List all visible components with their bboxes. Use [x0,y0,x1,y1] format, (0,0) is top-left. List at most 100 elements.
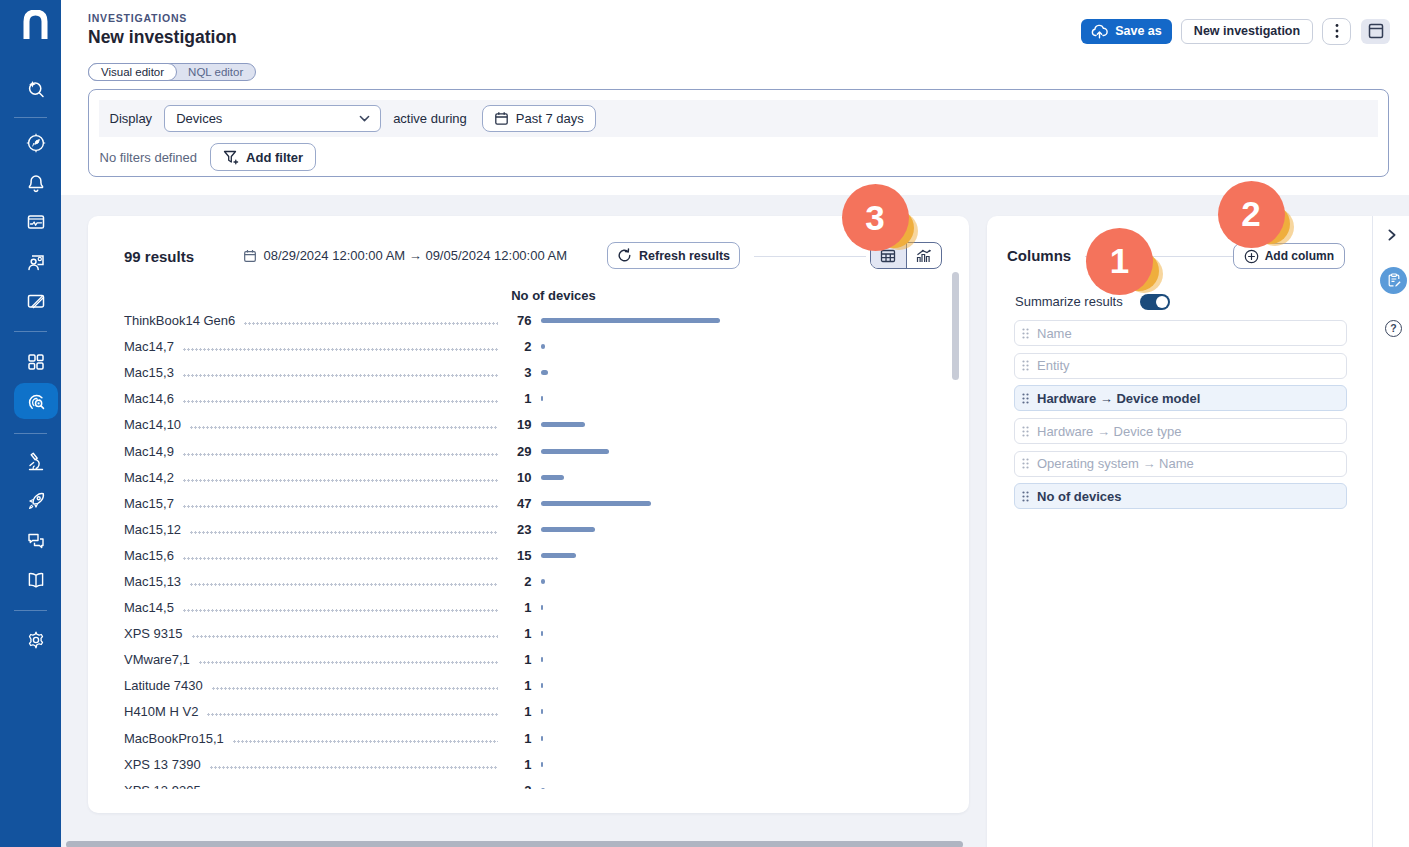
content-area: 99 results 08/29/2024 12:00:00 AM → 09/0… [61,195,1409,847]
chart-row-leader [199,661,498,664]
sidebar-item-search-sparkle[interactable] [14,71,58,107]
sidebar-item-apps-grid[interactable] [14,344,58,380]
sidebar-item-dashboard[interactable] [14,204,58,240]
chart-view-button[interactable] [906,243,941,268]
chart-row-bar [541,318,720,323]
page-header: INVESTIGATIONS New investigation Save as… [61,0,1409,195]
chart-row-label: VMware7,1 [124,652,190,667]
chart-row-bar [541,788,546,789]
chart-row-bar-area [532,318,969,323]
toggle-knob [1156,296,1168,308]
chart-row-bar [541,449,609,454]
chart-row-label: Mac14,9 [124,444,174,459]
column-chip[interactable]: Hardware → Device model [1014,385,1347,411]
chart-row-value: 1 [502,731,532,746]
chevron-down-icon [359,115,370,122]
chart-row-value: 1 [502,704,532,719]
sidebar-item-compass[interactable] [14,125,58,161]
chart-row-leader [207,713,497,716]
toggle-panel-button[interactable] [1361,19,1390,44]
chart-row-value: 47 [502,496,532,511]
chart-row-value: 23 [502,522,532,537]
drag-handle-icon [1022,426,1029,437]
query-display-row: Display Devices active during Past 7 day… [99,100,1378,137]
query-builder-panel: Display Devices active during Past 7 day… [88,89,1389,177]
chart-row-value: 1 [502,652,532,667]
chart-row: Mac14,1019 [88,412,969,438]
book-icon [25,569,47,591]
chart-row-label: Mac14,6 [124,391,174,406]
plus-circle-icon [1244,249,1259,264]
chart-row-bar-area [532,501,969,506]
chart-row-value: 2 [502,783,532,789]
time-range-button[interactable]: Past 7 days [482,105,596,132]
chart-row-value: 10 [502,470,532,485]
chart-row-leader [183,609,498,612]
sidebar-item-microscope[interactable] [14,444,58,480]
date-range-text: 08/29/2024 12:00:00 AM → 09/05/2024 12:0… [264,248,568,263]
sidebar-item-rocket[interactable] [14,483,58,519]
active-during-label: active during [393,111,467,126]
column-chip[interactable]: No of devices [1014,483,1347,509]
chart-row-bar-area [532,422,969,427]
sidebar-item-gear[interactable] [14,622,58,658]
chart-row-bar [541,709,543,714]
investigations-icon [25,390,48,413]
chart-row-leader [183,479,498,482]
tab-nql-editor[interactable]: NQL editor [176,63,255,81]
sidebar-item-investigations[interactable] [14,383,58,419]
sidebar-item-card-edit[interactable] [14,283,58,319]
chart-row-bar-area [532,344,969,349]
help-button[interactable]: ? [1385,320,1402,337]
save-as-button[interactable]: Save as [1081,19,1172,44]
chart-row-bar-area [532,683,969,688]
chart-row-value: 19 [502,417,532,432]
column-chip[interactable]: Entity [1014,353,1347,379]
column-chip[interactable]: Name [1014,320,1347,346]
chart-row: XPS 93151 [88,621,969,647]
tab-visual-editor[interactable]: Visual editor [88,63,177,81]
display-select[interactable]: Devices [164,105,381,132]
chart-row-label: XPS 9315 [124,626,183,641]
sidebar-item-chat[interactable] [14,523,58,559]
chart-row-bar-area [532,553,969,558]
chart-row-bar [541,762,543,767]
horizontal-scrollbar[interactable] [66,841,963,847]
chart-row-value: 2 [502,339,532,354]
results-count: 99 results [124,248,194,265]
header-actions: Save as New investigation [1081,17,1390,45]
card-edit-icon [25,290,47,312]
collapse-panel-button[interactable] [1385,228,1399,242]
chart-row-leader [183,374,498,377]
chart-row: H410M H V2 1 [88,699,969,725]
chart-row-leader [190,531,497,534]
sidebar [0,0,61,847]
time-range-label: Past 7 days [516,111,584,126]
nexthink-logo[interactable] [9,8,61,42]
add-filter-button[interactable]: Add filter [210,143,316,171]
new-investigation-button[interactable]: New investigation [1181,19,1313,44]
new-investigation-label: New investigation [1194,24,1300,38]
notes-button[interactable] [1380,267,1407,294]
help-question-mark: ? [1390,322,1396,334]
breadcrumb: INVESTIGATIONS [88,12,187,24]
chart-row-label: H410M H V2 [124,704,198,719]
column-chip[interactable]: Hardware → Device type [1014,418,1347,444]
results-card: 99 results 08/29/2024 12:00:00 AM → 09/0… [88,216,969,813]
chart-row-label: XPS 13 7390 [124,757,201,772]
chart-row-value: 2 [502,574,532,589]
more-actions-button[interactable] [1322,18,1351,45]
sidebar-item-book[interactable] [14,562,58,598]
sidebar-item-bell[interactable] [14,165,58,201]
column-chip[interactable]: Operating system → Name [1014,451,1347,477]
chart-rows: ThinkBook14 Gen676Mac14,72Mac15,33Mac14,… [88,308,969,789]
chart-row-bar-area [532,788,969,789]
chart-row-value: 1 [502,678,532,693]
column-chip-label: Operating system → Name [1037,456,1194,471]
sidebar-item-person-board[interactable] [14,244,58,280]
chart-row: Mac14,61 [88,386,969,412]
refresh-results-button[interactable]: Refresh results [607,242,740,269]
chart-row-label: XPS 13 9305 [124,783,201,789]
summarize-results-toggle[interactable] [1140,294,1170,310]
chart-row-bar [541,501,652,506]
